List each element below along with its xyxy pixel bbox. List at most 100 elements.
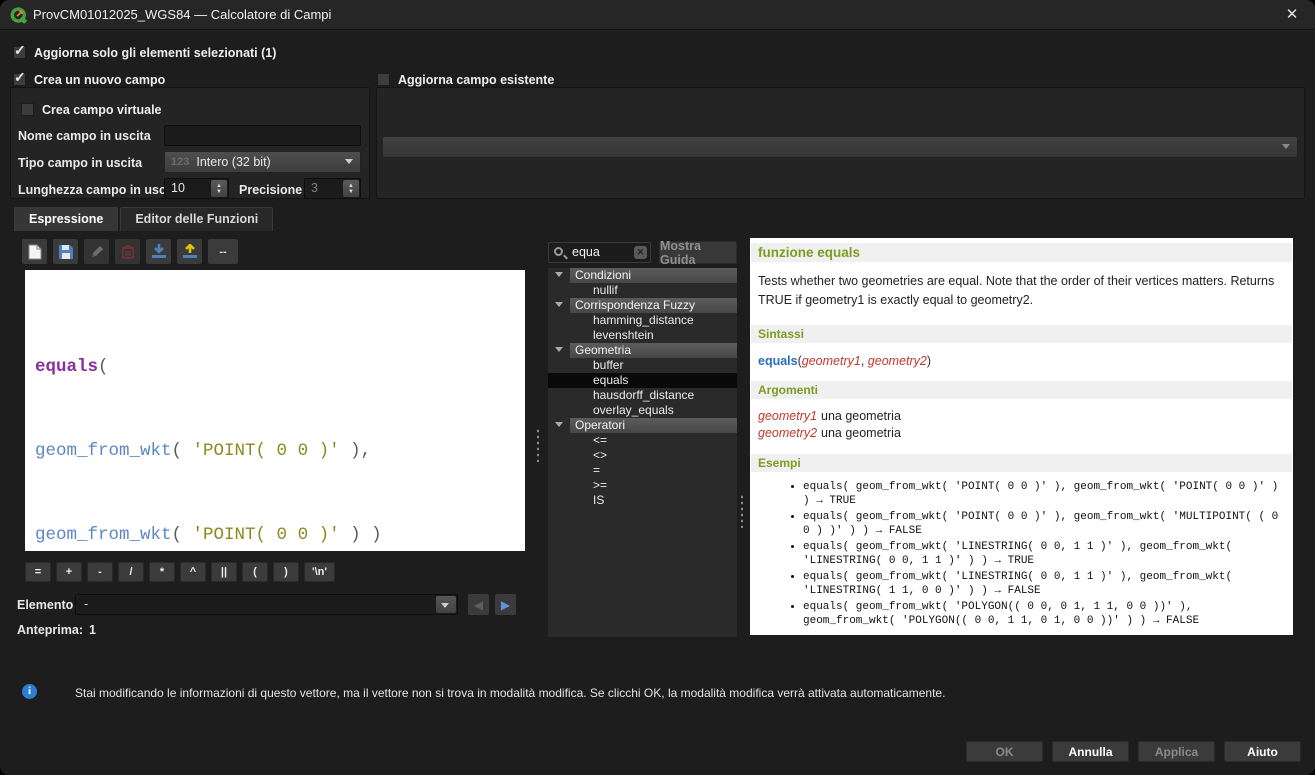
- function-item-is[interactable]: IS: [548, 493, 737, 508]
- chevron-down-icon: [1282, 144, 1290, 149]
- new-file-icon: [28, 244, 42, 260]
- close-icon[interactable]: ✕: [1281, 4, 1303, 26]
- output-name-input[interactable]: [164, 125, 361, 146]
- search-icon: [554, 247, 563, 256]
- spinner-arrows-icon: ▲▼: [343, 180, 359, 197]
- edit-expression-button: [84, 239, 109, 264]
- function-item-equals[interactable]: equals: [548, 373, 737, 388]
- help-description: Tests whether two geometries are equal. …: [758, 272, 1285, 311]
- expression-code: equals( geom_from_wkt( 'POINT( 0 0 )' ),…: [25, 270, 525, 605]
- new-expression-button[interactable]: [22, 239, 47, 264]
- update-existing-field-checkbox[interactable]: Aggiorna campo esistente: [377, 72, 554, 87]
- splitter-handle[interactable]: [536, 428, 540, 462]
- operator-divide-button[interactable]: /: [118, 562, 144, 582]
- function-item-overlay-equals[interactable]: overlay_equals: [548, 403, 737, 418]
- window-title: ProvCM01012025_WGS84 — Calcolatore di Ca…: [33, 0, 331, 30]
- operator-power-button[interactable]: ^: [180, 562, 206, 582]
- code-string: 'POINT( 0 0 )': [193, 441, 340, 461]
- help-section-syntax: Sintassi: [751, 325, 1292, 343]
- import-expression-button[interactable]: [146, 239, 171, 264]
- expression-toolbar: --: [22, 239, 238, 264]
- pencil-icon: [90, 245, 104, 259]
- chevron-down-icon[interactable]: [436, 596, 456, 613]
- function-item-buffer[interactable]: buffer: [548, 358, 737, 373]
- function-tree[interactable]: Condizioni nullif Corrispondenza Fuzzy h…: [548, 268, 737, 637]
- chevron-expanded-icon[interactable]: [555, 347, 563, 352]
- argument-row: geometry2 una geometria: [758, 426, 1285, 440]
- export-expression-button[interactable]: [177, 239, 202, 264]
- function-item-hamming-distance[interactable]: hamming_distance: [548, 313, 737, 328]
- virtual-field-label: Crea campo virtuale: [42, 103, 162, 117]
- tree-group-condizioni[interactable]: Condizioni: [548, 268, 737, 283]
- precision-label: Precisione: [239, 183, 302, 197]
- checkbox-icon[interactable]: [13, 46, 26, 59]
- clear-search-icon[interactable]: ✕: [634, 246, 647, 259]
- operator-newline-button[interactable]: '\n': [304, 562, 335, 582]
- preview-row: Anteprima:1: [17, 623, 96, 637]
- checkbox-icon[interactable]: [377, 73, 390, 86]
- toolbar-extra-button[interactable]: --: [208, 239, 238, 264]
- update-existing-field-label: Aggiorna campo esistente: [398, 73, 554, 87]
- function-search-input[interactable]: equa ✕: [548, 242, 651, 263]
- operator-plus-button[interactable]: +: [56, 562, 82, 582]
- output-length-label: Lunghezza campo in uscita: [18, 183, 181, 197]
- chevron-expanded-icon[interactable]: [555, 422, 563, 427]
- feature-combo[interactable]: -: [75, 594, 458, 615]
- help-syntax: equals(geometry1, geometry2): [758, 354, 1285, 368]
- operator-open-paren-button[interactable]: (: [242, 562, 268, 582]
- function-item-levenshtein[interactable]: levenshtein: [548, 328, 737, 343]
- export-arrow-icon: [182, 244, 198, 259]
- ok-button: OK: [966, 741, 1043, 762]
- checkbox-icon[interactable]: [21, 103, 34, 116]
- save-expression-button[interactable]: [53, 239, 78, 264]
- operator-multiply-button[interactable]: *: [149, 562, 175, 582]
- output-type-combo[interactable]: 123 Intero (32 bit): [164, 151, 361, 173]
- operator-minus-button[interactable]: -: [87, 562, 113, 582]
- chevron-expanded-icon[interactable]: [555, 272, 563, 277]
- info-icon: i: [22, 684, 37, 699]
- output-type-label: Tipo campo in uscita: [18, 156, 142, 170]
- existing-field-combo: [382, 136, 1298, 158]
- operator-equals-button[interactable]: =: [25, 562, 51, 582]
- output-type-value: Intero (32 bit): [196, 155, 270, 169]
- tab-function-editor[interactable]: Editor delle Funzioni: [120, 207, 273, 231]
- show-help-button[interactable]: Mostra Guida: [659, 241, 737, 264]
- only-selected-label: Aggiorna solo gli elementi selezionati (…: [34, 46, 276, 60]
- arrow-right-icon: ▶: [501, 598, 510, 612]
- spinner-arrows-icon[interactable]: ▲▼: [211, 180, 227, 197]
- chevron-expanded-icon[interactable]: [555, 302, 563, 307]
- cancel-button[interactable]: Annulla: [1052, 741, 1129, 762]
- help-section-examples: Esempi: [751, 454, 1292, 472]
- virtual-field-checkbox[interactable]: Crea campo virtuale: [21, 102, 162, 117]
- function-item-lte[interactable]: <=: [548, 433, 737, 448]
- expression-editor[interactable]: equals( geom_from_wkt( 'POINT( 0 0 )' ),…: [25, 270, 525, 551]
- operator-close-paren-button[interactable]: ): [273, 562, 299, 582]
- tab-expression[interactable]: Espressione: [14, 207, 118, 231]
- tree-group-geometria[interactable]: Geometria: [548, 343, 737, 358]
- output-length-stepper[interactable]: 10 ▲▼: [164, 178, 229, 199]
- output-length-value: 10: [171, 179, 185, 198]
- help-title: funzione equals: [751, 243, 1292, 262]
- output-name-label: Nome campo in uscita: [18, 129, 151, 143]
- integer-type-icon: 123: [171, 156, 189, 168]
- help-button[interactable]: Aiuto: [1224, 741, 1301, 762]
- create-new-field-checkbox[interactable]: Crea un nuovo campo: [13, 72, 165, 87]
- tree-group-operatori[interactable]: Operatori: [548, 418, 737, 433]
- function-item-hausdorff-distance[interactable]: hausdorff_distance: [548, 388, 737, 403]
- operator-concat-button[interactable]: ||: [211, 562, 237, 582]
- tree-group-corrispondenza-fuzzy[interactable]: Corrispondenza Fuzzy: [548, 298, 737, 313]
- next-feature-button[interactable]: ▶: [495, 594, 516, 615]
- operator-buttons: = + - / * ^ || ( ) '\n': [25, 562, 335, 582]
- help-section-arguments: Argomenti: [751, 381, 1292, 399]
- checkbox-icon[interactable]: [13, 73, 26, 86]
- function-item-eq[interactable]: =: [548, 463, 737, 478]
- function-item-nullif[interactable]: nullif: [548, 283, 737, 298]
- feature-label: Elemento: [17, 598, 73, 612]
- only-selected-checkbox[interactable]: Aggiorna solo gli elementi selezionati (…: [13, 45, 276, 60]
- splitter-handle[interactable]: [740, 494, 744, 528]
- code-function: geom_from_wkt: [35, 441, 172, 461]
- function-item-neq[interactable]: <>: [548, 448, 737, 463]
- function-item-gte[interactable]: >=: [548, 478, 737, 493]
- apply-button: Applica: [1138, 741, 1215, 762]
- preview-value: 1: [89, 623, 96, 637]
